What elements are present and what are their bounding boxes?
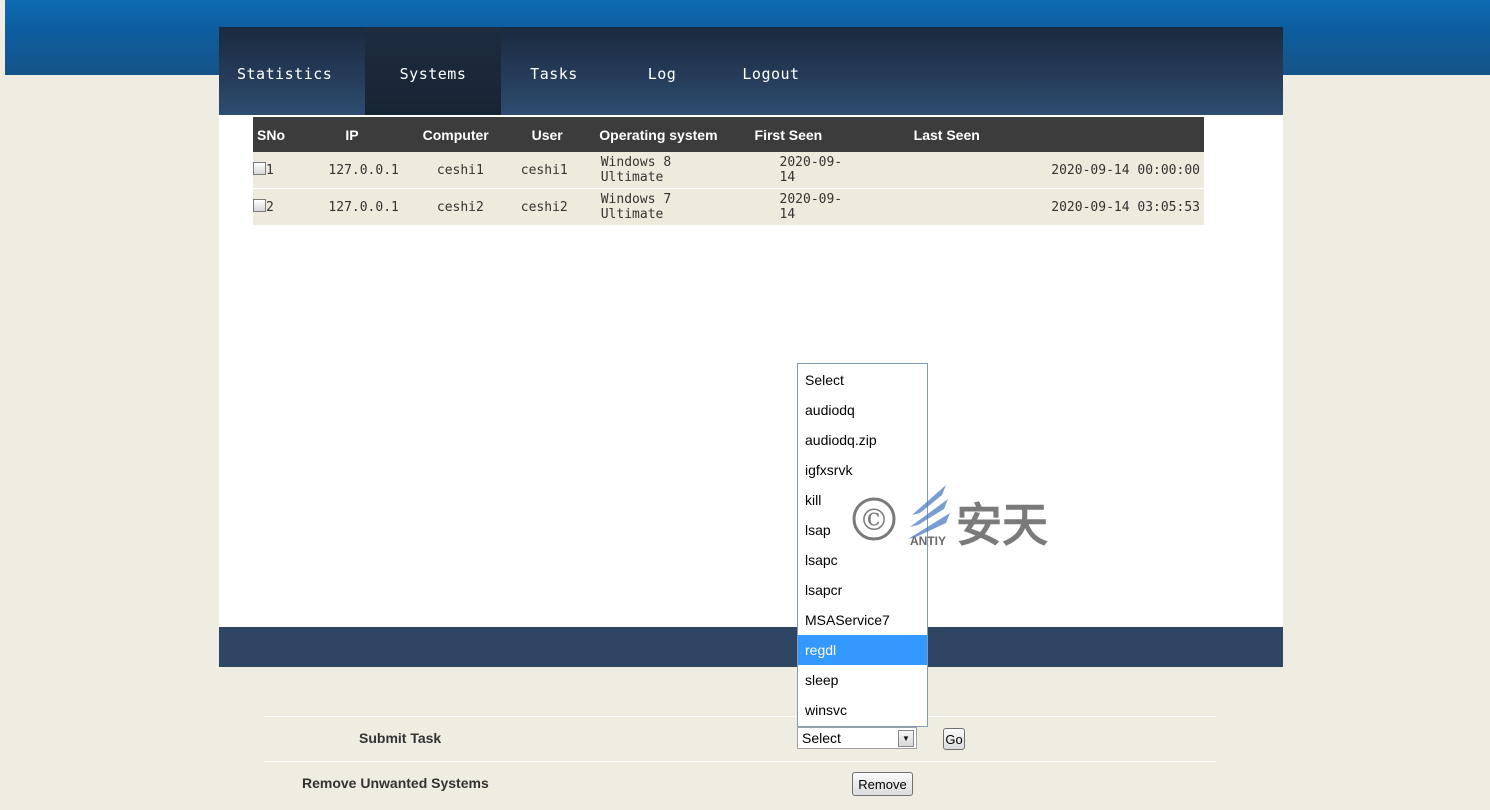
divider xyxy=(264,761,1216,762)
dropdown-option[interactable]: audiodq xyxy=(798,395,927,425)
row-computer: ceshi1 xyxy=(398,152,489,189)
nav-tasks[interactable]: Tasks xyxy=(519,27,589,115)
dropdown-option[interactable]: igfxsrvk xyxy=(798,455,927,485)
systems-table: SNo IP Computer User Operating system Fi… xyxy=(253,117,1204,226)
antiy-logo-icon: © ANTIY 安天 xyxy=(852,485,1048,552)
header-ip: IP xyxy=(310,117,399,152)
header-computer: Computer xyxy=(398,117,489,152)
row-os: Windows 7 Ultimate xyxy=(568,188,718,226)
dropdown-option[interactable]: Select xyxy=(798,365,927,395)
row-checkbox[interactable] xyxy=(253,199,266,212)
dropdown-option[interactable]: lsapcr xyxy=(798,575,927,605)
antiy-watermark: © ANTIY 安天 xyxy=(850,485,1070,555)
header-sno: SNo xyxy=(253,117,311,152)
panel-footer xyxy=(219,627,1283,667)
chevron-down-icon[interactable]: ▼ xyxy=(898,730,914,747)
main-nav: Statistics Systems Tasks Log Logout xyxy=(219,27,1283,115)
dropdown-option[interactable]: sleep xyxy=(798,665,927,695)
row-os: Windows 8 Ultimate xyxy=(568,152,718,189)
row-computer: ceshi2 xyxy=(398,188,489,226)
header-last-seen: Last Seen xyxy=(856,117,1204,152)
row-last-seen: 2020-09-14 03:05:53 xyxy=(856,188,1204,226)
row-sno-cell: 1 xyxy=(253,152,311,189)
row-sno: 1 xyxy=(266,163,274,178)
row-checkbox[interactable] xyxy=(253,162,266,175)
submit-task-label: Submit Task xyxy=(359,730,442,746)
dropdown-option[interactable]: winsvc xyxy=(798,695,927,725)
table-row: 1 127.0.0.1 ceshi1 ceshi1 Windows 8 Ulti… xyxy=(253,152,1204,189)
table-header-row: SNo IP Computer User Operating system Fi… xyxy=(253,117,1204,152)
row-ip: 127.0.0.1 xyxy=(310,188,399,226)
dropdown-option-selected[interactable]: regdl xyxy=(798,635,927,665)
task-select[interactable]: Select ▼ xyxy=(797,727,917,749)
divider xyxy=(264,716,1216,717)
copyright-symbol: © xyxy=(859,503,889,538)
row-user: ceshi1 xyxy=(488,152,569,189)
header-user: User xyxy=(488,117,569,152)
row-first-seen: 2020-09-14 xyxy=(717,152,857,189)
table-row: 2 127.0.0.1 ceshi2 ceshi2 Windows 7 Ulti… xyxy=(253,188,1204,226)
go-button[interactable]: Go xyxy=(943,728,965,750)
row-sno: 2 xyxy=(266,200,274,215)
remove-button[interactable]: Remove xyxy=(852,772,913,796)
row-first-seen: 2020-09-14 xyxy=(717,188,857,226)
dropdown-option[interactable]: MSAService7 xyxy=(798,605,927,635)
antiy-sub-text: ANTIY xyxy=(910,534,946,548)
header-first-seen: First Seen xyxy=(717,117,857,152)
row-sno-cell: 2 xyxy=(253,188,311,226)
nav-systems[interactable]: Systems xyxy=(365,27,501,115)
dropdown-option[interactable]: audiodq.zip xyxy=(798,425,927,455)
row-last-seen: 2020-09-14 00:00:00 xyxy=(856,152,1204,189)
nav-statistics[interactable]: Statistics xyxy=(237,27,332,115)
task-select-value: Select xyxy=(802,730,841,746)
antiy-text: 安天 xyxy=(956,498,1048,552)
row-user: ceshi2 xyxy=(488,188,569,226)
header-os: Operating system xyxy=(568,117,718,152)
remove-systems-label: Remove Unwanted Systems xyxy=(302,775,489,791)
row-ip: 127.0.0.1 xyxy=(310,152,399,189)
nav-log[interactable]: Log xyxy=(637,27,687,115)
nav-logout[interactable]: Logout xyxy=(731,27,811,115)
